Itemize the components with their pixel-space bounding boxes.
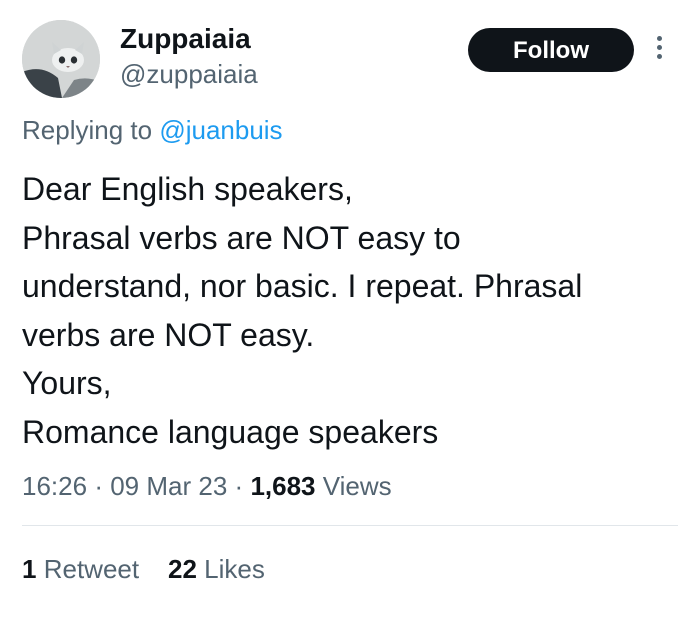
follow-button[interactable]: Follow [468, 28, 634, 72]
retweets-label: Retweet [43, 554, 140, 584]
reply-target-link[interactable]: @juanbuis [159, 115, 282, 145]
likes-count: 22 [168, 554, 197, 584]
likes-stat[interactable]: 22 Likes [168, 554, 265, 584]
tweet-line: verbs are NOT easy. [22, 316, 315, 353]
views-label: Views [322, 471, 392, 501]
tweet-line: Romance language speakers [22, 413, 439, 450]
tweet-header: Zuppaiaia @zuppaiaia Follow [0, 0, 700, 110]
more-vertical-icon[interactable] [652, 36, 666, 68]
cat-avatar-icon[interactable] [22, 20, 100, 98]
replying-to-line: Replying to @juanbuis [22, 114, 283, 146]
tweet-date[interactable]: 09 Mar 23 [110, 471, 227, 501]
tweet-line: Dear English speakers, [22, 171, 353, 207]
views-count: 1,683 [250, 471, 316, 501]
tweet-time[interactable]: 16:26 [22, 471, 87, 501]
likes-label: Likes [204, 554, 265, 584]
tweet-meta: 16:26 · 09 Mar 23 · 1,683 Views [22, 469, 392, 503]
author-handle[interactable]: @zuppaiaia [120, 58, 258, 90]
retweets-stat[interactable]: 1 Retweet [22, 554, 146, 584]
author-display-name[interactable]: Zuppaiaia [120, 22, 251, 56]
tweet-line: understand, nor basic. I repeat. Phrasal [22, 268, 583, 304]
retweets-count: 1 [22, 554, 37, 584]
meta-separator: · [94, 471, 103, 501]
meta-separator: · [234, 471, 244, 501]
replying-to-label: Replying to [22, 115, 153, 145]
divider [22, 525, 678, 526]
tweet-line: Phrasal verbs are NOT easy to [22, 219, 461, 256]
tweet-line: Yours, [22, 365, 112, 401]
engagement-stats: 1 Retweet 22 Likes [22, 552, 265, 586]
tweet-text: Dear English speakers, Phrasal verbs are… [22, 165, 692, 456]
